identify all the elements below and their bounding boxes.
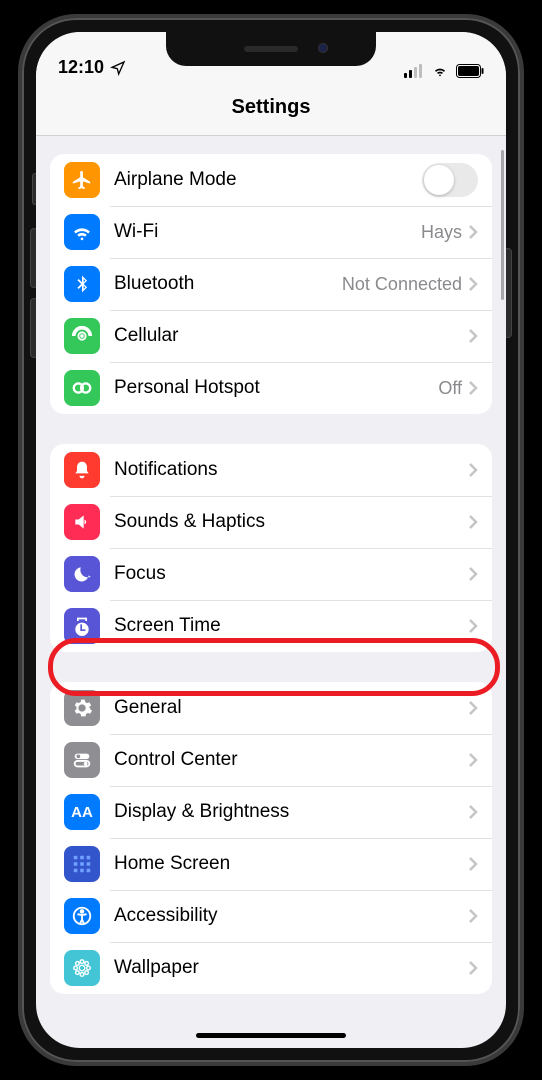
page-title: Settings xyxy=(232,96,311,119)
display-brightness-icon: AA xyxy=(64,794,100,830)
row-label: Airplane Mode xyxy=(114,169,422,191)
wifi-settings-icon xyxy=(64,214,100,250)
row-label: Wallpaper xyxy=(114,957,468,979)
scroll-indicator[interactable] xyxy=(501,150,504,300)
chevron-right-icon xyxy=(468,908,478,924)
chevron-right-icon xyxy=(468,224,478,240)
row-label: General xyxy=(114,697,468,719)
row-label: Cellular xyxy=(114,325,468,347)
chevron-right-icon xyxy=(468,804,478,820)
row-label: Screen Time xyxy=(114,615,468,637)
settings-list[interactable]: Airplane Mode Wi-Fi Hays Bluetooth xyxy=(36,136,506,1048)
control-center-icon xyxy=(64,742,100,778)
chevron-right-icon xyxy=(468,618,478,634)
home-screen-icon xyxy=(64,846,100,882)
row-display-brightness[interactable]: AA Display & Brightness xyxy=(50,786,492,838)
notch xyxy=(166,32,376,66)
speaker-grille xyxy=(244,46,298,52)
chevron-right-icon xyxy=(468,700,478,716)
row-home-screen[interactable]: Home Screen xyxy=(50,838,492,890)
chevron-right-icon xyxy=(468,462,478,478)
airplane-icon xyxy=(64,162,100,198)
chevron-right-icon xyxy=(468,856,478,872)
home-indicator[interactable] xyxy=(196,1033,346,1038)
wifi-icon xyxy=(430,64,450,78)
row-airplane-mode[interactable]: Airplane Mode xyxy=(50,154,492,206)
row-screen-time[interactable]: Screen Time xyxy=(50,600,492,652)
airplane-toggle[interactable] xyxy=(422,163,478,197)
accessibility-icon xyxy=(64,898,100,934)
row-label: Personal Hotspot xyxy=(114,377,438,399)
hotspot-icon xyxy=(64,370,100,406)
chevron-right-icon xyxy=(468,514,478,530)
chevron-right-icon xyxy=(468,566,478,582)
row-accessibility[interactable]: Accessibility xyxy=(50,890,492,942)
chevron-right-icon xyxy=(468,752,478,768)
screen-time-icon xyxy=(64,608,100,644)
row-label: Notifications xyxy=(114,459,468,481)
nav-header: Settings xyxy=(36,80,506,136)
row-focus[interactable]: Focus xyxy=(50,548,492,600)
notifications-icon xyxy=(64,452,100,488)
row-label: Control Center xyxy=(114,749,468,771)
row-sounds-haptics[interactable]: Sounds & Haptics xyxy=(50,496,492,548)
battery-icon xyxy=(456,64,484,78)
row-label: Focus xyxy=(114,563,468,585)
row-general[interactable]: General xyxy=(50,682,492,734)
location-icon xyxy=(110,60,126,76)
section-connectivity: Airplane Mode Wi-Fi Hays Bluetooth xyxy=(50,154,492,414)
row-label: Sounds & Haptics xyxy=(114,511,468,533)
row-control-center[interactable]: Control Center xyxy=(50,734,492,786)
row-wifi[interactable]: Wi-Fi Hays xyxy=(50,206,492,258)
chevron-right-icon xyxy=(468,276,478,292)
section-notifications: Notifications Sounds & Haptics Focus xyxy=(50,444,492,652)
wallpaper-icon xyxy=(64,950,100,986)
bluetooth-icon xyxy=(64,266,100,302)
front-camera xyxy=(318,43,328,53)
general-icon xyxy=(64,690,100,726)
chevron-right-icon xyxy=(468,960,478,976)
phone-frame: 12:10 Settings xyxy=(18,14,524,1066)
row-value: Off xyxy=(438,378,462,399)
row-cellular[interactable]: Cellular xyxy=(50,310,492,362)
cellular-settings-icon xyxy=(64,318,100,354)
row-label: Wi-Fi xyxy=(114,221,421,243)
section-general: General Control Center AA Display & Brig… xyxy=(50,682,492,994)
focus-icon xyxy=(64,556,100,592)
row-label: Bluetooth xyxy=(114,273,342,295)
row-wallpaper[interactable]: Wallpaper xyxy=(50,942,492,994)
status-time: 12:10 xyxy=(58,57,104,78)
row-notifications[interactable]: Notifications xyxy=(50,444,492,496)
screen: 12:10 Settings xyxy=(36,32,506,1048)
cellular-icon xyxy=(404,64,424,78)
row-bluetooth[interactable]: Bluetooth Not Connected xyxy=(50,258,492,310)
row-value: Hays xyxy=(421,222,462,243)
row-personal-hotspot[interactable]: Personal Hotspot Off xyxy=(50,362,492,414)
row-label: Accessibility xyxy=(114,905,468,927)
chevron-right-icon xyxy=(468,380,478,396)
chevron-right-icon xyxy=(468,328,478,344)
sounds-icon xyxy=(64,504,100,540)
row-label: Display & Brightness xyxy=(114,801,468,823)
row-label: Home Screen xyxy=(114,853,468,875)
row-value: Not Connected xyxy=(342,274,462,295)
